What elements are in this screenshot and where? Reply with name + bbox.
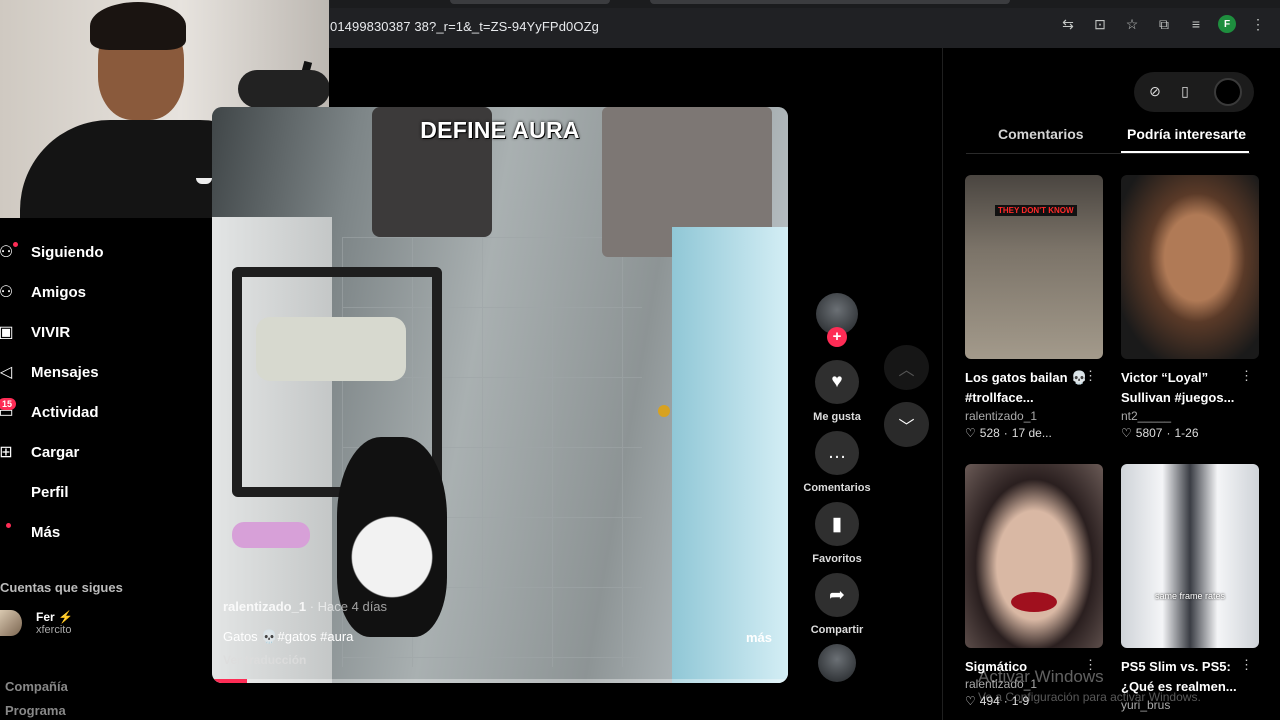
footer-program-link[interactable]: Programa: [5, 703, 66, 718]
previous-video-button[interactable]: ︿: [884, 345, 929, 390]
video-thumbnail[interactable]: same frame rates: [1121, 464, 1259, 648]
music-disc-icon: [818, 644, 856, 682]
progress-fill: [212, 679, 247, 683]
tab-strip: [330, 0, 1280, 8]
left-sidebar: ⚇ Siguiendo ⚇ Amigos ▣ VIVIR ◁ Mensajes …: [0, 218, 212, 720]
card-date: 1-26: [1174, 426, 1199, 440]
video-thumbnail[interactable]: [1121, 175, 1259, 359]
view-toggle[interactable]: ⊘ ▯: [1134, 72, 1254, 112]
video-overlay-title: DEFINE AURA: [420, 117, 580, 143]
kebab-icon[interactable]: ⋮: [1240, 657, 1253, 673]
translate-icon[interactable]: ⇆: [1058, 14, 1078, 34]
tabs-divider: [966, 153, 1250, 154]
share-button[interactable]: ➦ Compartir: [800, 573, 874, 636]
heart-outline-icon: ♡: [965, 426, 976, 440]
video-author[interactable]: ralentizado_1: [223, 599, 306, 614]
card-date: 17 de...: [1011, 426, 1052, 440]
thumbnail-text: THEY DON'T KNOW: [995, 205, 1077, 216]
comment-icon: …: [815, 431, 859, 475]
address-bar[interactable]: 01499830387 38?_r=1&_t=ZS-94YyFPd0OZg: [330, 19, 599, 34]
like-button[interactable]: ♥ Me gusta: [800, 360, 874, 423]
windows-activation-subtitle: Ve a Configuración para activar Windows.: [978, 690, 1201, 704]
footer-company-link[interactable]: Compañía: [5, 679, 68, 694]
comments-label: Comentarios: [803, 482, 871, 494]
active-tab-indicator: [1121, 151, 1249, 153]
card-likes: 528: [979, 426, 1000, 440]
sidebar-item-upload[interactable]: ⊞ Cargar: [0, 437, 79, 467]
activity-icon: ▭ 15: [0, 398, 17, 422]
phone-icon[interactable]: ▯: [1176, 83, 1194, 101]
card-author[interactable]: ralentizado_1: [965, 409, 1103, 423]
sidebar-item-live[interactable]: ▣ VIVIR: [0, 317, 70, 347]
next-video-button[interactable]: ﹀: [884, 402, 929, 447]
chevron-down-icon: ﹀: [898, 418, 915, 436]
following-icon: ⚇: [0, 242, 18, 262]
translate-link[interactable]: Ver traducción: [223, 653, 306, 667]
thumbnail-text: same frame rates: [1154, 591, 1226, 601]
sidebar-item-more[interactable]: Más: [0, 517, 60, 547]
follow-plus-icon[interactable]: +: [827, 327, 847, 347]
extensions-icon[interactable]: ⧉: [1154, 14, 1174, 34]
video-player[interactable]: DEFINE AURA ralentizado_1 · Hace 4 días …: [212, 107, 788, 683]
account-name: Fer: [36, 610, 55, 624]
sidebar-item-following[interactable]: ⚇ Siguiendo: [0, 237, 104, 267]
video-progress-bar[interactable]: [212, 679, 788, 683]
creator-avatar[interactable]: +: [800, 293, 874, 347]
sidebar-item-activity[interactable]: ▭ 15 Actividad: [0, 397, 99, 427]
tab-comments[interactable]: Comentarios: [998, 126, 1084, 142]
dark-mode-toggle[interactable]: [1214, 78, 1242, 106]
comments-button[interactable]: … Comentarios: [800, 431, 874, 494]
card-likes: 5807: [1135, 426, 1163, 440]
activity-badge: 15: [0, 398, 17, 410]
install-icon[interactable]: ⊡: [1090, 14, 1110, 34]
sound-avatar[interactable]: [800, 644, 874, 682]
tab-might-interest[interactable]: Podría interesarte: [1127, 126, 1246, 142]
account-handle: xfercito: [36, 624, 72, 636]
sidebar-item-profile[interactable]: Perfil: [0, 477, 69, 507]
kebab-icon[interactable]: ⋮: [1240, 368, 1253, 384]
recommended-video-card[interactable]: same frame rates PS5 Slim vs. PS5: ¿Qué …: [1121, 464, 1259, 712]
following-accounts-heading: Cuentas que sigues: [0, 580, 123, 595]
heart-outline-icon: ♡: [965, 694, 976, 708]
share-label: Compartir: [810, 624, 864, 636]
bookmark-icon: ▮: [815, 502, 859, 546]
media-icon[interactable]: ≡: [1186, 14, 1206, 34]
card-title: Los gatos bailan 💀 #trollface...: [965, 370, 1088, 405]
windows-activation-title: Activar Windows: [978, 667, 1104, 686]
heart-outline-icon: ♡: [1121, 426, 1132, 440]
more-button[interactable]: más: [746, 630, 772, 645]
upload-icon: ⊞: [0, 444, 13, 461]
profile-icon[interactable]: F: [1218, 15, 1236, 33]
card-author[interactable]: nt2_____: [1121, 409, 1259, 423]
compass-icon[interactable]: ⊘: [1146, 83, 1164, 101]
messages-icon: ◁: [0, 364, 13, 381]
sidebar-item-friends[interactable]: ⚇ Amigos: [0, 277, 86, 307]
menu-icon[interactable]: ⋮: [1248, 14, 1268, 34]
video-thumbnail[interactable]: THEY DON'T KNOW: [965, 175, 1103, 359]
flame-icon: ⚡: [58, 610, 73, 624]
sidebar-item-messages[interactable]: ◁ Mensajes: [0, 357, 99, 387]
more-icon: [0, 522, 16, 542]
video-thumbnail[interactable]: [965, 464, 1103, 648]
panel-divider: [942, 48, 943, 720]
avatar: [0, 610, 22, 636]
chevron-up-icon: ︿: [898, 361, 915, 379]
share-icon: ➦: [815, 573, 859, 617]
followed-account[interactable]: Fer ⚡ xfercito: [0, 610, 73, 636]
profile-icon: [0, 482, 16, 502]
favorites-label: Favoritos: [812, 553, 862, 565]
live-icon: ▣: [0, 324, 14, 341]
recommended-video-card[interactable]: THEY DON'T KNOW Los gatos bailan 💀 #trol…: [965, 175, 1103, 440]
video-time: · Hace 4 días: [309, 599, 388, 614]
star-icon[interactable]: ☆: [1122, 14, 1142, 34]
video-caption: Gatos 💀#gatos #aura: [223, 629, 354, 644]
card-title: Victor “Loyal” Sullivan #juegos...: [1121, 370, 1235, 405]
like-label: Me gusta: [813, 411, 861, 423]
kebab-icon[interactable]: ⋮: [1084, 368, 1097, 384]
avatar: +: [816, 293, 858, 347]
favorites-button[interactable]: ▮ Favoritos: [800, 502, 874, 565]
heart-icon: ♥: [815, 360, 859, 404]
friends-icon: ⚇: [0, 284, 14, 301]
recommended-video-card[interactable]: Victor “Loyal” Sullivan #juegos... ⋮ nt2…: [1121, 175, 1259, 440]
